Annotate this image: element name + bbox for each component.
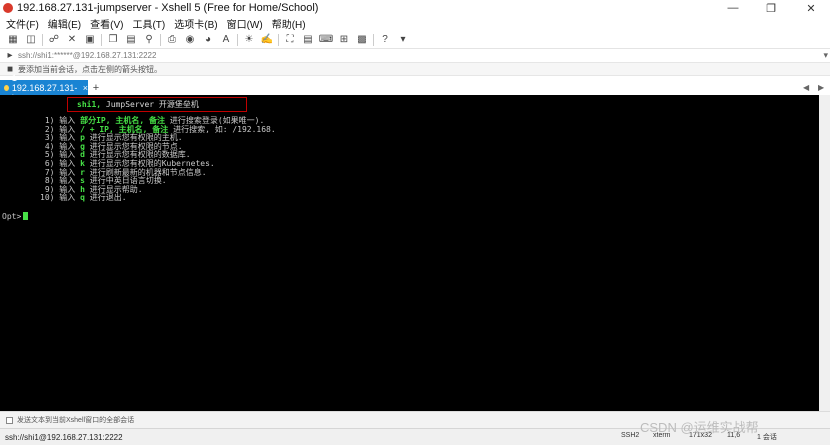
protocol-status: SSH2 <box>621 432 640 439</box>
terminal[interactable]: shi1, JumpServer 开源堡垒机 1) 输入 部分IP, 主机名, … <box>0 95 819 411</box>
fullscreen-icon[interactable]: ⛶ <box>283 34 297 46</box>
print-icon[interactable]: ⎙ <box>165 34 179 46</box>
terminal-scrollbar[interactable] <box>819 95 830 411</box>
csdn-watermark: CSDN @运维实战帮 <box>640 420 759 435</box>
toolbar-separator <box>373 33 374 46</box>
toolbar: ▦ ◫ ☍ ✕ ▣ ❐ ▤ ⚲ ⎙ ◉ ◕ A ☀ ✍ ⛶ ▤ ⌨ ⊞ ▩ ? … <box>0 31 830 48</box>
menu-edit[interactable]: 编辑(E) <box>48 16 81 31</box>
properties-icon[interactable]: ▣ <box>83 34 97 46</box>
paste-icon[interactable]: ▤ <box>124 34 138 46</box>
script-icon[interactable]: ✍ <box>260 34 274 46</box>
toolbar-separator <box>160 33 161 46</box>
terminal-prompt[interactable]: Opt> <box>2 212 29 222</box>
banner-product: JumpServer <box>105 100 155 109</box>
find-icon[interactable]: ⚲ <box>142 34 156 46</box>
menu-window[interactable]: 窗口(W) <box>227 16 263 31</box>
menu-bar: 文件(F) 编辑(E) 查看(V) 工具(T) 选项卡(B) 窗口(W) 帮助(… <box>0 16 830 31</box>
window-title: 192.168.27.131-jumpserver - Xshell 5 (Fr… <box>17 2 319 14</box>
address-text: ssh://shi1:******@192.168.27.131:2222 <box>18 51 157 60</box>
toolbar-separator <box>101 33 102 46</box>
toolbar-separator <box>278 33 279 46</box>
connection-status: ssh://shi1@192.168.27.131:2222 <box>5 432 123 442</box>
menu-view[interactable]: 查看(V) <box>90 16 123 31</box>
close-button[interactable]: ✕ <box>792 0 830 16</box>
session-count-status: 1 会话 <box>757 434 777 441</box>
jumpserver-banner: shi1, JumpServer 开源堡垒机 <box>67 97 247 112</box>
session-hint-bar: ■ 要添加当前会话，点击左侧的箭头按钮。 <box>0 62 830 76</box>
restore-button[interactable]: ❐ <box>752 0 790 16</box>
color-scheme-icon[interactable]: ◉ <box>183 34 197 46</box>
tab-session-1[interactable]: 1 192.168.27.131-j... × <box>0 73 88 103</box>
send-all-checkbox[interactable] <box>6 416 13 424</box>
open-folder-icon[interactable]: ◫ <box>24 34 38 46</box>
tab-prev-icon[interactable]: ◀ <box>803 83 809 92</box>
keyboard-icon[interactable]: ⌨ <box>319 34 333 46</box>
session-status-icon <box>4 84 9 91</box>
terminal-cursor <box>23 212 29 220</box>
layout-icon[interactable]: ▩ <box>355 34 369 46</box>
tab-next-icon[interactable]: ▶ <box>818 83 824 92</box>
toolbar-separator <box>42 33 43 46</box>
xftp-icon[interactable]: ☀ <box>242 34 256 46</box>
menu-help[interactable]: 帮助(H) <box>272 16 306 31</box>
title-bar: 192.168.27.131-jumpserver - Xshell 5 (Fr… <box>0 0 830 16</box>
terminal-menu: 1) 输入 部分IP, 主机名, 备注 进行搜索登录(如果唯一). 2) 输入 … <box>40 116 276 203</box>
banner-user: shi1, <box>77 100 102 109</box>
reconnect-icon[interactable]: ☍ <box>47 34 61 46</box>
minimize-button[interactable]: — <box>714 0 752 16</box>
new-tab-icon[interactable]: + <box>90 80 102 95</box>
close-icon[interactable]: × <box>83 83 88 93</box>
session-add-icon[interactable]: ▸ <box>6 50 14 62</box>
lock-icon[interactable]: ▤ <box>301 34 315 46</box>
prompt-text: Opt> <box>2 212 22 221</box>
new-session-icon[interactable]: ▦ <box>6 34 20 46</box>
globe-icon[interactable]: ◕ <box>201 34 215 46</box>
terminal-line: 10) 输入 q 进行退出. <box>40 193 127 203</box>
address-bar[interactable]: ▸ ssh://shi1:******@192.168.27.131:2222 … <box>0 48 830 62</box>
more-icon[interactable]: ▾ <box>396 34 410 46</box>
tab-bar: 1 192.168.27.131-j... × + ◀ ▶ <box>0 73 830 103</box>
xshell-app-icon <box>3 3 13 13</box>
font-icon[interactable]: A <box>219 34 233 46</box>
toolbar-separator <box>237 33 238 46</box>
copy-icon[interactable]: ❐ <box>106 34 120 46</box>
add-tab-icon[interactable]: ⊞ <box>337 34 351 46</box>
menu-tools[interactable]: 工具(T) <box>132 16 165 31</box>
send-all-label: 发送文本到当前Xshell窗口的全部会话 <box>17 417 135 424</box>
banner-suffix: 开源堡垒机 <box>158 100 199 109</box>
address-dropdown-icon[interactable]: ▾ <box>823 50 828 61</box>
menu-file[interactable]: 文件(F) <box>6 16 39 31</box>
help-icon[interactable]: ? <box>378 34 392 46</box>
disconnect-icon[interactable]: ✕ <box>65 34 79 46</box>
menu-tabs[interactable]: 选项卡(B) <box>174 16 217 31</box>
